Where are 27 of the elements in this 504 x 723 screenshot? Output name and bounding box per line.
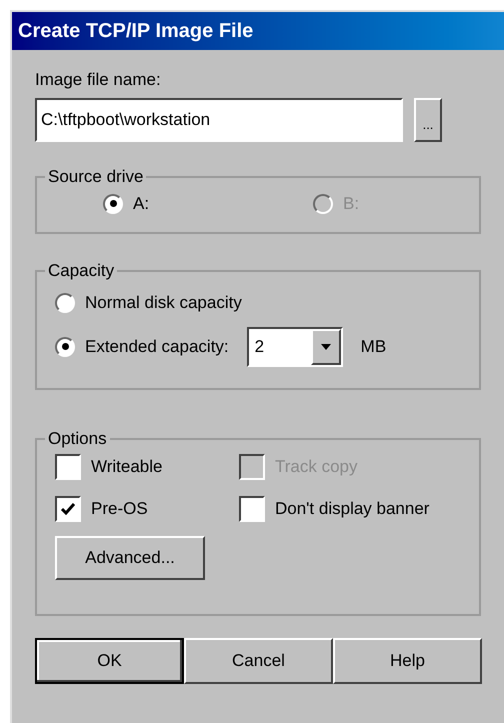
group-title: Capacity [47, 260, 116, 282]
dialog-button[interactable]: OK [35, 638, 184, 684]
radio-label: A: [133, 192, 150, 214]
file-name-field[interactable]: C:\tftpboot\workstation [35, 98, 403, 142]
browse-button[interactable]: ... [414, 98, 442, 142]
radio-label: Extended capacity: [85, 336, 229, 358]
dialog-button[interactable]: Help [333, 638, 482, 684]
radio-label: Normal disk capacity [85, 292, 242, 314]
checkbox[interactable] [55, 454, 81, 480]
window-title: Create TCP/IP Image File [18, 19, 254, 44]
group-title: Source drive [47, 166, 144, 188]
dialog-button[interactable]: Cancel [184, 638, 333, 684]
group-title: Options [47, 428, 108, 450]
size-dropdown[interactable]: 2 [246, 326, 343, 366]
checkbox-label: Writeable [91, 456, 162, 478]
checkbox[interactable] [239, 496, 265, 522]
advanced-button[interactable]: Advanced... [55, 536, 205, 580]
dropdown-value: 2 [254, 336, 264, 358]
radio-button[interactable] [55, 336, 75, 356]
checkbox-label: Don't display banner [275, 498, 430, 520]
check-icon [61, 502, 75, 514]
field-label: Image file name: [35, 69, 161, 91]
unit-label: MB [360, 336, 386, 358]
checkbox[interactable] [55, 496, 81, 522]
checkbox-label: Pre-OS [91, 498, 148, 520]
radio-button[interactable] [103, 194, 123, 214]
radio-button[interactable] [55, 292, 75, 312]
